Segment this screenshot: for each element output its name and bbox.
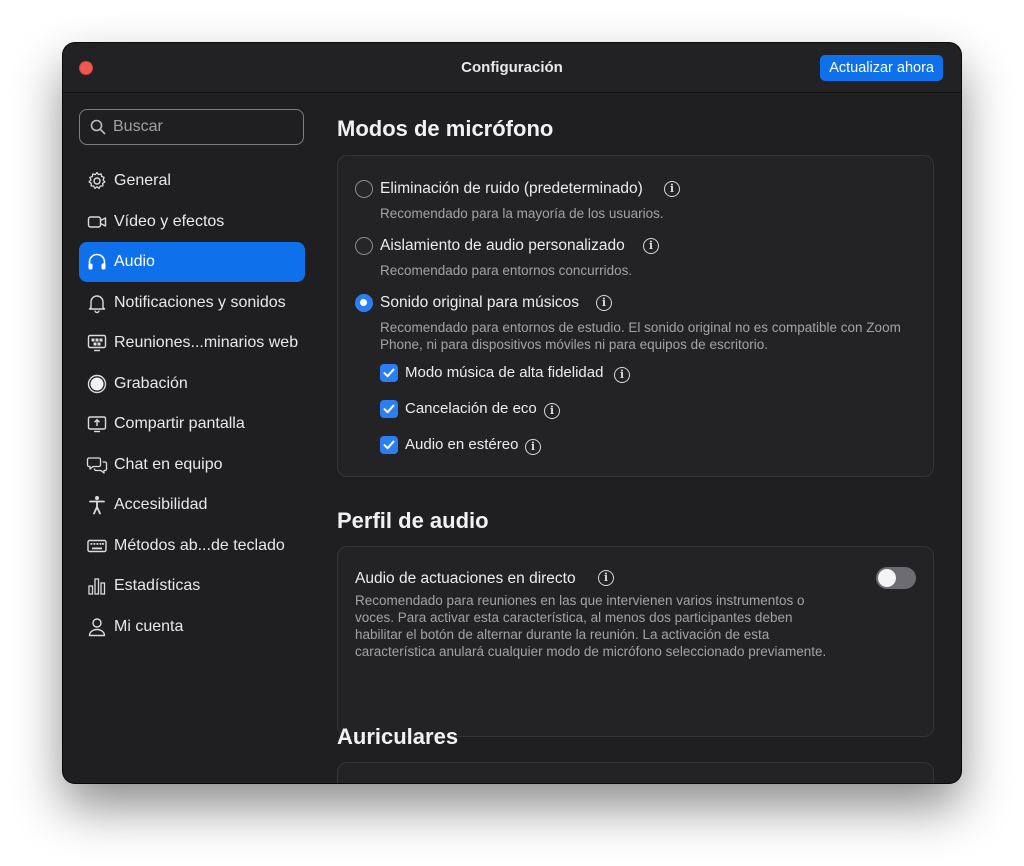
sidebar-item-label: Métodos ab...de teclado <box>114 537 285 554</box>
echo-cancellation-label: Cancelación de eco <box>405 400 537 417</box>
info-icon[interactable]: i <box>614 367 630 383</box>
search-field[interactable] <box>79 109 304 145</box>
sidebar-item-label: Reuniones...minarios web <box>114 334 299 351</box>
bar-chart-icon <box>88 578 106 595</box>
mic-modes-heading: Modos de micrófono <box>337 116 554 141</box>
headphones-card <box>337 762 934 783</box>
sidebar-item-label: Notificaciones y sonidos <box>114 294 286 311</box>
sidebar-item-label: Vídeo y efectos <box>114 213 225 230</box>
sidebar-item-notifications[interactable]: Notificaciones y sonidos <box>79 283 305 323</box>
search-icon <box>90 119 106 135</box>
sidebar-item-audio[interactable]: Audio <box>79 242 305 282</box>
sidebar-item-label: General <box>114 172 171 189</box>
stereo-audio-checkbox[interactable] <box>380 436 398 454</box>
info-icon[interactable]: i <box>664 181 680 197</box>
audio-isolation-desc: Recomendado para entornos concurridos. <box>380 263 633 278</box>
gear-icon <box>88 171 106 190</box>
chat-bubbles-icon <box>86 457 108 474</box>
checkmark-icon <box>383 368 395 378</box>
sidebar-item-label: Compartir pantalla <box>114 415 245 432</box>
video-camera-icon <box>87 216 107 228</box>
sidebar-item-webinars[interactable]: Reuniones...minarios web <box>79 323 305 363</box>
sidebar-item-video[interactable]: Vídeo y efectos <box>79 202 305 242</box>
sidebar-item-label: Chat en equipo <box>114 456 223 473</box>
live-performance-toggle[interactable] <box>876 567 916 589</box>
sidebar-item-keyboard[interactable]: Métodos ab...de teclado <box>79 526 305 566</box>
info-icon[interactable]: i <box>525 439 541 455</box>
info-icon[interactable]: i <box>544 403 560 419</box>
hifi-music-checkbox[interactable] <box>380 364 398 382</box>
sidebar-item-label: Accesibilidad <box>114 496 208 513</box>
info-icon[interactable]: i <box>598 570 614 586</box>
bell-icon <box>88 295 106 314</box>
hifi-music-label: Modo música de alta fidelidad <box>405 364 604 381</box>
update-now-button[interactable]: Actualizar ahora <box>820 55 943 81</box>
audio-isolation-radio[interactable] <box>355 237 373 255</box>
audio-profile-heading: Perfil de audio <box>337 508 489 533</box>
search-input[interactable] <box>113 114 293 140</box>
accessibility-icon <box>89 496 105 515</box>
sidebar-item-accessibility[interactable]: Accesibilidad <box>79 485 305 525</box>
sidebar-item-team-chat[interactable]: Chat en equipo <box>79 445 305 485</box>
person-icon <box>88 618 106 637</box>
noise-suppression-title: Eliminación de ruido (predeterminado) <box>380 180 643 197</box>
keyboard-icon <box>87 539 107 553</box>
sidebar-item-label: Grabación <box>114 375 188 392</box>
sidebar-item-label: Estadísticas <box>114 577 201 594</box>
audio-isolation-title: Aislamiento de audio personalizado <box>380 237 625 254</box>
sidebar-item-label: Mi cuenta <box>114 618 184 635</box>
title-bar: Configuración Actualizar ahora <box>63 43 961 93</box>
sidebar: General Vídeo y efectos Audio Notificaci… <box>63 94 321 783</box>
sidebar-item-general[interactable]: General <box>79 161 305 201</box>
live-performance-title: Audio de actuaciones en directo <box>355 570 576 587</box>
sidebar-item-statistics[interactable]: Estadísticas <box>79 566 305 606</box>
checkmark-icon <box>383 404 395 414</box>
webinar-screen-icon <box>87 334 107 352</box>
info-icon[interactable]: i <box>596 295 612 311</box>
settings-window: Configuración Actualizar ahora General V… <box>63 43 961 783</box>
noise-suppression-radio[interactable] <box>355 180 373 198</box>
live-performance-desc: Recomendado para reuniones en las que in… <box>355 593 827 659</box>
record-icon <box>87 374 107 394</box>
noise-suppression-desc: Recomendado para la mayoría de los usuar… <box>380 206 664 221</box>
original-sound-desc: Recomendado para entornos de estudio. El… <box>380 320 901 352</box>
audio-profile-card: Audio de actuaciones en directo i Recome… <box>337 546 934 737</box>
original-sound-title: Sonido original para músicos <box>380 294 580 311</box>
stereo-audio-label: Audio en estéreo <box>405 436 519 453</box>
settings-content: Modos de micrófono Eliminación de ruido … <box>321 94 961 783</box>
headphones-heading: Auriculares <box>337 724 459 749</box>
mic-modes-card: Eliminación de ruido (predeterminado) i … <box>337 155 934 477</box>
original-sound-radio[interactable] <box>355 294 373 312</box>
sidebar-item-recording[interactable]: Grabación <box>79 364 305 404</box>
share-screen-icon <box>87 416 107 433</box>
sidebar-item-label: Audio <box>114 253 155 270</box>
sidebar-item-share-screen[interactable]: Compartir pantalla <box>79 404 305 444</box>
echo-cancellation-checkbox[interactable] <box>380 400 398 418</box>
checkmark-icon <box>383 440 395 450</box>
headphones-icon <box>88 253 106 270</box>
sidebar-item-my-account[interactable]: Mi cuenta <box>79 607 305 647</box>
info-icon[interactable]: i <box>643 238 659 254</box>
